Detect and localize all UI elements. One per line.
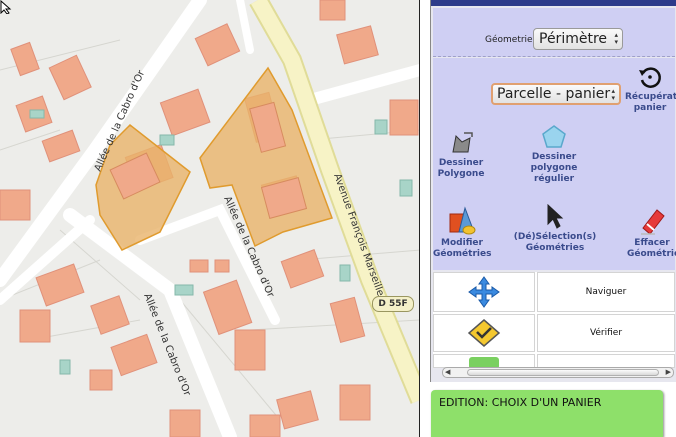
navigate-button[interactable]: Naviguer <box>537 272 675 312</box>
geometry-section: Géometrie Périmètre ▴ ▾ <box>433 8 675 57</box>
draw-regular-polygon-tool[interactable]: Dessiner polygone régulier <box>523 124 585 185</box>
mouse-pointer-icon <box>0 0 12 14</box>
modify-shapes-icon <box>449 206 476 235</box>
erase-geometry-tool[interactable]: Effacer Géométrie <box>627 206 676 260</box>
scroll-right-icon[interactable]: ▶ <box>666 368 671 377</box>
geometry-label: Géometrie <box>485 35 533 45</box>
verify-check-icon <box>467 319 501 347</box>
navigate-icon-cell[interactable] <box>433 272 535 312</box>
basket-select-value: Parcelle - panier <box>497 86 611 102</box>
verify-icon-cell[interactable] <box>433 314 535 352</box>
cursor-arrow-icon <box>547 204 564 229</box>
select-arrows-icon: ▴ ▾ <box>614 31 618 46</box>
geometry-select-value: Périmètre <box>539 31 608 47</box>
verify-button[interactable]: Vérifier <box>537 314 675 352</box>
pentagon-icon <box>542 125 566 148</box>
select-geometries-tool[interactable]: (Dé)Sélection(s) Géométries <box>513 204 597 254</box>
basket-select[interactable]: Parcelle - panier ▴ ▾ <box>491 83 621 105</box>
erase-geometry-label: Effacer Géométrie <box>627 238 676 259</box>
draw-regular-polygon-label: Dessiner polygone régulier <box>530 152 578 184</box>
geometry-select[interactable]: Périmètre ▴ ▾ <box>533 28 623 50</box>
modify-geometries-tool[interactable]: Modifier Géométries <box>433 206 491 260</box>
map-canvas[interactable]: Allée de la Cabro d'Or Allée de la Cabro… <box>0 0 420 437</box>
draw-polygon-label: Dessiner Polygone <box>437 158 485 179</box>
pan-arrows-icon <box>468 276 500 308</box>
status-message: EDITION: CHOIX D'UN PANIER <box>439 396 602 409</box>
panel-header <box>431 0 676 6</box>
scrollbar-thumb[interactable] <box>467 369 659 376</box>
modify-geometries-label: Modifier Géométries <box>433 238 492 259</box>
next-button[interactable] <box>537 354 675 368</box>
recover-basket-label: Récupération panier <box>625 92 676 113</box>
eraser-icon <box>641 209 665 235</box>
draw-polygon-tool[interactable]: Dessiner Polygone <box>435 130 487 180</box>
road-number-badge: D 55F <box>372 296 414 312</box>
map-view[interactable]: Allée de la Cabro d'Or Allée de la Cabro… <box>0 0 420 437</box>
rotate-arrow-icon <box>639 67 661 88</box>
action-grid: Naviguer Vérifier <box>433 272 675 368</box>
scroll-left-icon[interactable]: ◀ <box>445 368 450 377</box>
polygon-draw-icon <box>452 132 473 153</box>
next-icon-cell[interactable] <box>433 354 535 368</box>
status-box: EDITION: CHOIX D'UN PANIER <box>431 390 663 437</box>
tools-section: Parcelle - panier ▴▾ Récupération panier… <box>433 58 676 270</box>
horizontal-scrollbar[interactable]: ◀ ▶ <box>442 367 674 378</box>
select-arrows-icon: ▴ ▾ <box>611 87 615 102</box>
select-geometries-label: (Dé)Sélection(s) Géométries <box>513 232 597 253</box>
recover-basket-tool[interactable]: Récupération panier <box>625 64 676 114</box>
street-label-avenue: Avenue François Marseille <box>331 172 386 297</box>
edition-panel: Géometrie Périmètre ▴ ▾ Parcelle - panier… <box>430 0 676 382</box>
